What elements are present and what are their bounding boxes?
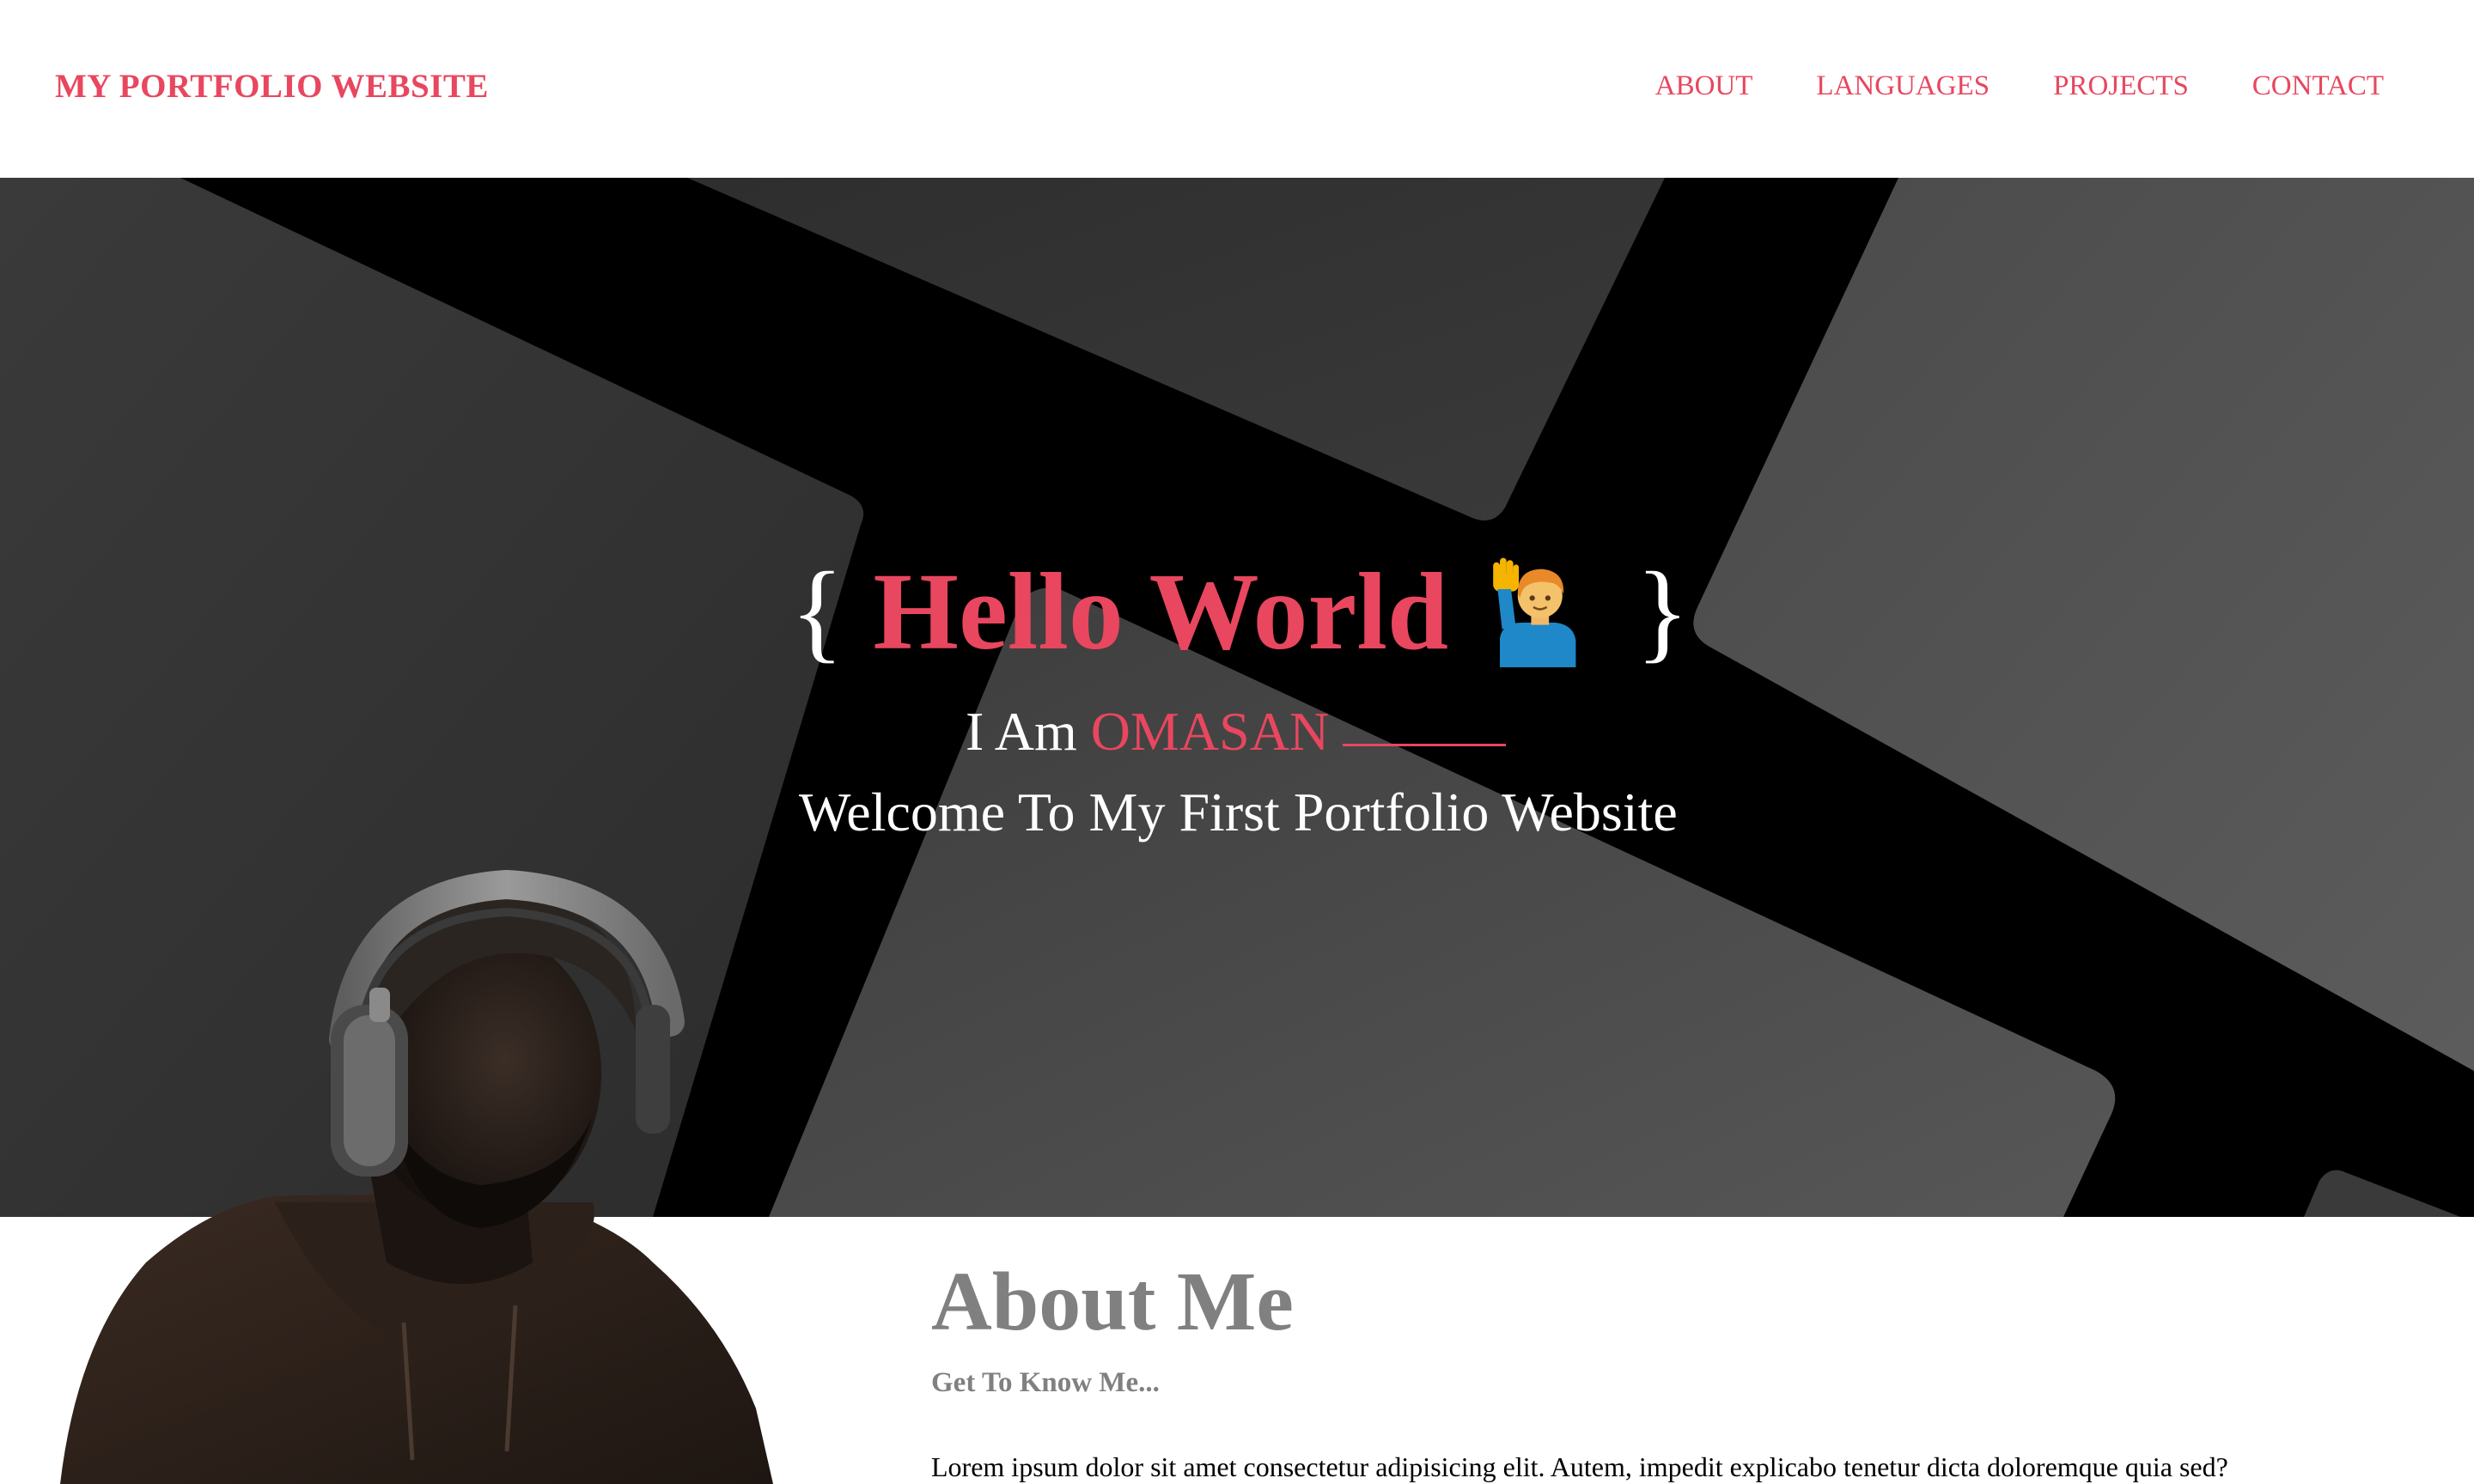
about-title: About Me (931, 1256, 1294, 1348)
brace-close: } (1636, 550, 1690, 673)
intro-name: OMASAN (1090, 701, 1330, 762)
welcome-text: Welcome To My First Portfolio Website (799, 782, 1678, 842)
intro-line: I Am OMASAN (966, 700, 1507, 763)
brand-logo-link[interactable]: MY PORTFOLIO WEBSITE (55, 67, 489, 106)
nav-link-contact[interactable]: CONTACT (2252, 70, 2384, 102)
portrait-image (60, 869, 773, 1484)
nav-link-languages[interactable]: LANGUAGES (1816, 70, 1990, 102)
typing-cursor-underline (1343, 744, 1507, 746)
hello-world-text: Hello World (873, 550, 1449, 672)
about-paragraph: Lorem ipsum dolor sit amet consectetur a… (931, 1451, 2228, 1482)
nav-link-projects[interactable]: PROJECTS (2053, 70, 2189, 102)
hello-heading: { Hello World} (790, 556, 1690, 667)
intro-prefix: I Am (966, 701, 1091, 762)
about-subtitle: Get To Know Me... (931, 1367, 1160, 1398)
site-header: MY PORTFOLIO WEBSITE ABOUT LANGUAGES PRO… (0, 0, 2474, 178)
brace-open: { (790, 550, 844, 673)
main-nav: ABOUT LANGUAGES PROJECTS CONTACT (1655, 70, 2384, 102)
nav-link-about[interactable]: ABOUT (1655, 70, 1753, 102)
person-raising-hand-icon (1493, 557, 1576, 667)
